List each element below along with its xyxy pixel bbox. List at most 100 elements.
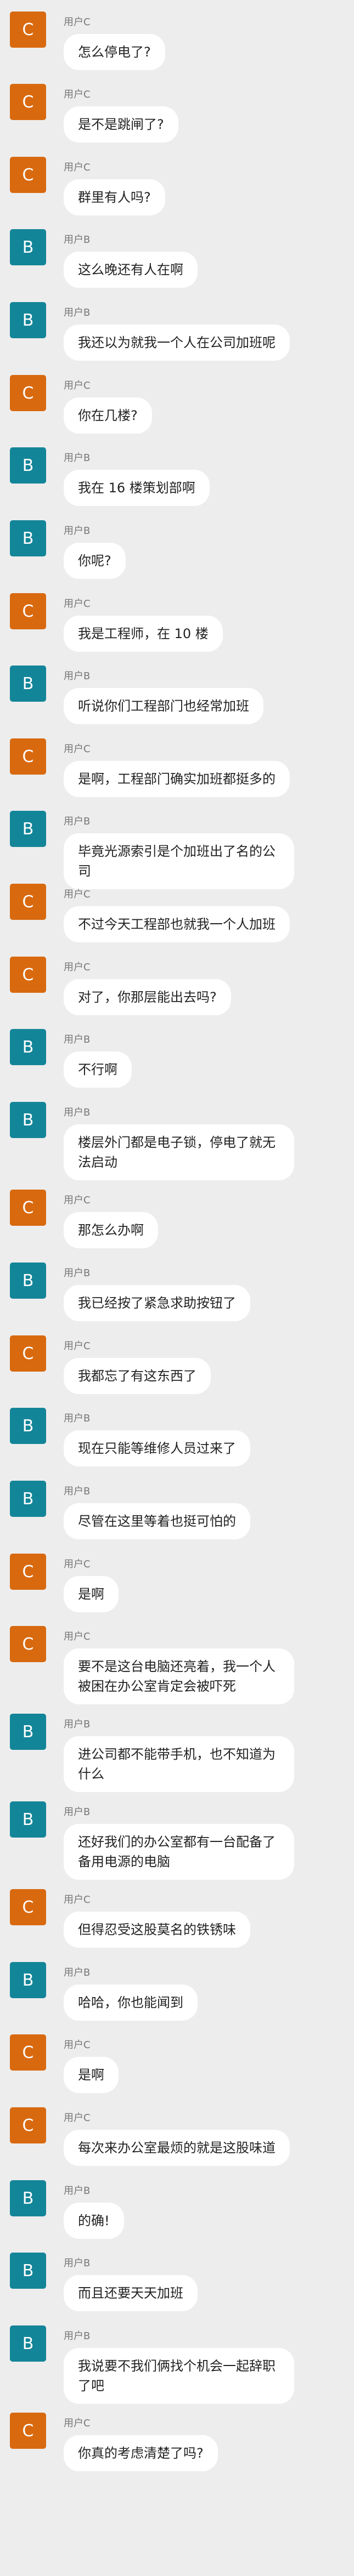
message-bubble[interactable]: 对了，你那层能出去吗?	[64, 979, 231, 1015]
message-bubble[interactable]: 不行啊	[64, 1051, 132, 1088]
avatar[interactable]: C	[10, 1554, 46, 1590]
message-row: B 用户B 我在 16 楼策划部啊	[0, 447, 243, 506]
sender-name: 用户B	[64, 2257, 91, 2269]
avatar[interactable]: C	[10, 2413, 46, 2449]
message-bubble[interactable]: 是啊	[64, 1576, 119, 1612]
avatar[interactable]: C	[10, 375, 46, 411]
message-bubble[interactable]: 我是工程师，在 10 楼	[64, 616, 223, 652]
sender-name: 用户C	[64, 89, 91, 100]
message-content: 用户B 楼层外门都是电子锁，停电了就无法启动	[64, 1102, 294, 1180]
avatar[interactable]: C	[10, 1889, 46, 1925]
avatar[interactable]: B	[10, 1102, 46, 1138]
message-bubble[interactable]: 而且还要天天加班	[64, 2275, 198, 2311]
message-row: B 用户B 我说要不我们俩找个机会一起辞职了吧	[0, 2325, 327, 2404]
message-bubble[interactable]: 我都忘了有这东西了	[64, 1358, 211, 1394]
message-row: C 用户C 每次来办公室最烦的就是这股味道	[0, 2107, 323, 2166]
message-content: 用户C 你真的考虑清楚了吗?	[64, 2413, 218, 2471]
sender-name: 用户B	[64, 1806, 91, 1818]
avatar[interactable]: C	[10, 1626, 46, 1662]
message-bubble[interactable]: 群里有人吗?	[64, 179, 165, 215]
message-bubble[interactable]: 哈哈，你也能闻到	[64, 1984, 198, 2021]
message-row: B 用户B 我已经按了紧急求助按钮了	[0, 1263, 283, 1321]
message-row: C 用户C 我是工程师，在 10 楼	[0, 593, 256, 652]
sender-name: 用户C	[64, 2418, 91, 2429]
message-bubble[interactable]: 我说要不我们俩找个机会一起辞职了吧	[64, 2348, 294, 2404]
message-content: 用户C 不过今天工程部也就我一个人加班	[64, 884, 290, 942]
avatar[interactable]: C	[10, 1190, 46, 1226]
message-content: 用户C 是不是跳闸了?	[64, 84, 178, 143]
sender-name: 用户C	[64, 380, 91, 391]
message-bubble[interactable]: 不过今天工程部也就我一个人加班	[64, 906, 290, 942]
avatar[interactable]: B	[10, 229, 46, 265]
avatar[interactable]: B	[10, 666, 46, 702]
message-bubble[interactable]: 听说你们工程部门也经常加班	[64, 688, 263, 724]
avatar[interactable]: C	[10, 12, 46, 48]
avatar[interactable]: C	[10, 738, 46, 775]
avatar[interactable]: C	[10, 593, 46, 629]
message-bubble[interactable]: 我还以为就我一个人在公司加班呢	[64, 325, 290, 361]
message-content: 用户B 的确!	[64, 2180, 124, 2239]
message-bubble[interactable]: 是不是跳闸了?	[64, 106, 178, 143]
message-bubble[interactable]: 那怎么办啊	[64, 1212, 158, 1248]
message-row: B 用户B 现在只能等维修人员过来了	[0, 1408, 283, 1466]
avatar[interactable]: B	[10, 1481, 46, 1517]
message-bubble[interactable]: 但得忍受这股莫名的铁锈味	[64, 1912, 250, 1948]
message-bubble[interactable]: 我已经按了紧急求助按钮了	[64, 1285, 250, 1321]
message-bubble[interactable]: 是啊，工程部门确实加班都挺多的	[64, 761, 290, 797]
message-bubble[interactable]: 这么晚还有人在啊	[64, 252, 198, 288]
avatar[interactable]: B	[10, 1408, 46, 1444]
avatar[interactable]: B	[10, 1962, 46, 1998]
message-bubble[interactable]: 要不是这台电脑还亮着，我一个人被困在办公室肯定会被吓死	[64, 1648, 294, 1704]
message-bubble[interactable]: 还好我们的办公室都有一台配备了备用电源的电脑	[64, 1824, 294, 1880]
avatar[interactable]: B	[10, 2180, 46, 2216]
message-row: C 用户C 但得忍受这股莫名的铁锈味	[0, 1889, 283, 1948]
avatar[interactable]: C	[10, 884, 46, 920]
message-bubble[interactable]: 你在几楼?	[64, 397, 152, 434]
message-content: 用户C 是啊	[64, 1554, 119, 1612]
message-bubble[interactable]: 我在 16 楼策划部啊	[64, 470, 210, 506]
avatar[interactable]: C	[10, 2107, 46, 2143]
message-bubble[interactable]: 毕竟光源索引是个加班出了名的公司	[64, 833, 294, 889]
message-bubble[interactable]: 是啊	[64, 2057, 119, 2093]
avatar[interactable]: B	[10, 2325, 46, 2362]
avatar[interactable]: B	[10, 447, 46, 484]
message-content: 用户B 听说你们工程部门也经常加班	[64, 666, 263, 724]
message-bubble[interactable]: 每次来办公室最烦的就是这股味道	[64, 2130, 290, 2166]
message-bubble[interactable]: 怎么停电了?	[64, 34, 165, 70]
avatar[interactable]: B	[10, 1714, 46, 1750]
sender-name: 用户B	[64, 1719, 91, 1730]
avatar[interactable]: C	[10, 84, 46, 120]
avatar[interactable]: B	[10, 2253, 46, 2289]
message-bubble[interactable]: 现在只能等维修人员过来了	[64, 1430, 250, 1466]
message-row: C 用户C 你在几楼?	[0, 375, 185, 434]
sender-name: 用户B	[64, 2330, 91, 2342]
avatar[interactable]: B	[10, 520, 46, 556]
message-bubble[interactable]: 的确!	[64, 2203, 124, 2239]
sender-name: 用户C	[64, 743, 91, 755]
avatar[interactable]: B	[10, 1801, 46, 1838]
avatar[interactable]: B	[10, 811, 46, 847]
avatar[interactable]: C	[10, 2034, 46, 2071]
sender-name: 用户C	[64, 889, 91, 900]
message-content: 用户C 那怎么办啊	[64, 1190, 158, 1248]
avatar[interactable]: C	[10, 957, 46, 993]
avatar[interactable]: B	[10, 1263, 46, 1299]
avatar[interactable]: B	[10, 302, 46, 338]
avatar[interactable]: C	[10, 1335, 46, 1372]
message-row: B 用户B 尽管在这里等着也挺可怕的	[0, 1481, 283, 1539]
message-bubble[interactable]: 尽管在这里等着也挺可怕的	[64, 1503, 250, 1539]
message-bubble[interactable]: 你真的考虑清楚了吗?	[64, 2435, 218, 2471]
chat-log: C 用户C 怎么停电了? C 用户C 是不是跳闸了? C 用户C 群里有人吗? B 用户B 这么晚还有…	[0, 0, 354, 2576]
message-row: B 用户B 哈哈，你也能闻到	[0, 1962, 231, 2021]
message-bubble[interactable]: 你呢?	[64, 543, 126, 579]
message-content: 用户B 而且还要天天加班	[64, 2253, 198, 2311]
message-content: 用户C 是啊，工程部门确实加班都挺多的	[64, 738, 290, 797]
message-row: C 用户C 是啊	[0, 2034, 151, 2093]
message-content: 用户B 现在只能等维修人员过来了	[64, 1408, 250, 1466]
message-content: 用户B 我还以为就我一个人在公司加班呢	[64, 302, 290, 361]
message-bubble[interactable]: 进公司都不能带手机，也不知道为什么	[64, 1736, 294, 1792]
message-bubble[interactable]: 楼层外门都是电子锁，停电了就无法启动	[64, 1124, 294, 1180]
message-content: 用户C 我是工程师，在 10 楼	[64, 593, 223, 652]
avatar[interactable]: C	[10, 157, 46, 193]
avatar[interactable]: B	[10, 1029, 46, 1065]
